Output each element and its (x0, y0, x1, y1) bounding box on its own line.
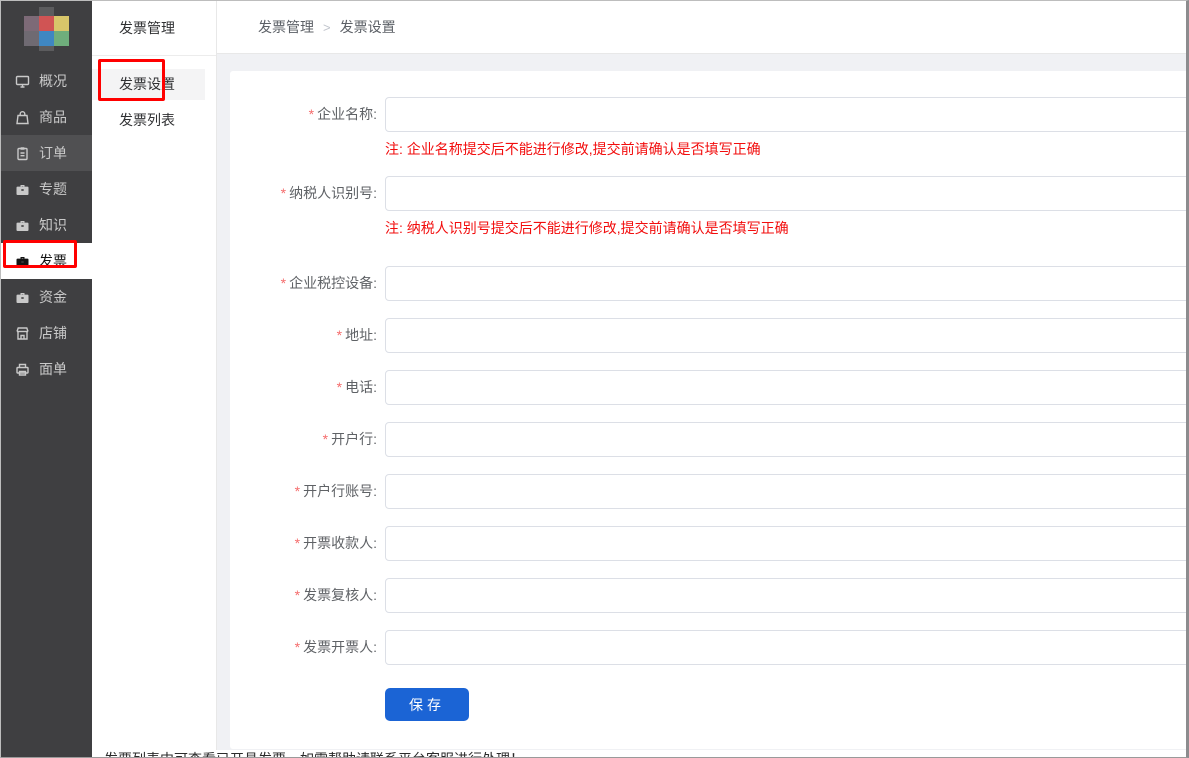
breadcrumb-item-0[interactable]: 发票管理 (258, 17, 314, 37)
app-logo (24, 7, 69, 51)
sidebar-item-4[interactable]: 知识 (1, 207, 92, 243)
required-asterisk: * (337, 379, 342, 395)
sidebar-item-3[interactable]: 专题 (1, 171, 92, 207)
briefcase-icon (15, 254, 30, 269)
briefcase-icon (15, 218, 30, 233)
main-area: 发票管理>发票设置 *企业名称: 注: 企业名称提交后不能进行修改,提交前请确认… (217, 1, 1186, 757)
sidebar-item-label: 订单 (39, 143, 67, 163)
form-field-note: 注: 企业名称提交后不能进行修改,提交前请确认是否填写正确 (385, 140, 1186, 159)
form-input-2[interactable] (385, 266, 1189, 301)
sidebar-item-6[interactable]: 资金 (1, 279, 92, 315)
required-asterisk: * (309, 106, 314, 122)
briefcase-icon (15, 182, 30, 197)
breadcrumb-item-1[interactable]: 发票设置 (340, 17, 396, 37)
sidebar-item-label: 店铺 (39, 323, 67, 343)
sidebar-item-label: 知识 (39, 215, 67, 235)
form-field-2: *企业税控设备: (230, 266, 1186, 301)
form-panel: *企业名称: 注: 企业名称提交后不能进行修改,提交前请确认是否填写正确 *纳税… (230, 71, 1186, 749)
submenu-panel: 发票管理 发票设置发票列表 (92, 1, 217, 757)
form-field-label: 企业名称: (317, 106, 377, 122)
submenu-title: 发票管理 (92, 1, 216, 56)
invoice-settings-form: *企业名称: 注: 企业名称提交后不能进行修改,提交前请确认是否填写正确 *纳税… (230, 97, 1186, 665)
clipped-footer-strip: 发票列表中可查看已开具发票，如需帮助请联系平台客服进行处理！ (92, 750, 1186, 757)
form-field-label: 电话: (345, 379, 377, 395)
form-input-9[interactable] (385, 630, 1189, 665)
printer-icon (15, 362, 30, 377)
form-field-label: 纳税人识别号: (289, 185, 377, 201)
sidebar-item-8[interactable]: 面单 (1, 351, 92, 387)
form-field-3: *地址: (230, 318, 1186, 353)
content-background: *企业名称: 注: 企业名称提交后不能进行修改,提交前请确认是否填写正确 *纳税… (217, 54, 1186, 757)
sidebar-item-7[interactable]: 店铺 (1, 315, 92, 351)
sidebar-item-0[interactable]: 概况 (1, 63, 92, 99)
briefcase-icon (15, 290, 30, 305)
clipboard-icon (15, 146, 30, 161)
form-field-label: 开票收款人: (303, 535, 377, 551)
form-field-label: 发票复核人: (303, 587, 377, 603)
required-asterisk: * (337, 327, 342, 343)
required-asterisk: * (295, 587, 300, 603)
form-input-1[interactable] (385, 176, 1189, 211)
logo-cell (39, 16, 54, 31)
form-input-7[interactable] (385, 526, 1189, 561)
required-asterisk: * (295, 535, 300, 551)
logo-cell (54, 31, 69, 46)
breadcrumb: 发票管理 > 发票设置 (217, 1, 1186, 54)
form-field-label: 企业税控设备: (289, 275, 377, 291)
form-input-6[interactable] (385, 474, 1189, 509)
save-button[interactable]: 保存 (385, 688, 469, 721)
required-asterisk: * (295, 639, 300, 655)
form-field-5: *开户行: (230, 422, 1186, 457)
form-field-label: 发票开票人: (303, 639, 377, 655)
form-field-0: *企业名称: 注: 企业名称提交后不能进行修改,提交前请确认是否填写正确 (230, 97, 1186, 159)
sidebar-item-label: 面单 (39, 359, 67, 379)
form-field-4: *电话: (230, 370, 1186, 405)
logo-cell (24, 31, 39, 46)
app-window: 概况 商品 订单 专题 知识 发票 资金 店铺 面单 发票管理 发票设置发票列表… (0, 0, 1189, 758)
sidebar-item-label: 专题 (39, 179, 67, 199)
required-asterisk: * (281, 185, 286, 201)
required-asterisk: * (281, 275, 286, 291)
form-field-label: 地址: (345, 327, 377, 343)
clipped-footer-text: 发票列表中可查看已开具发票，如需帮助请联系平台客服进行处理！ (104, 750, 1186, 757)
form-field-label: 开户行: (331, 431, 377, 447)
form-input-4[interactable] (385, 370, 1189, 405)
sidebar-item-2[interactable]: 订单 (1, 135, 92, 171)
form-input-5[interactable] (385, 422, 1189, 457)
logo-cell (54, 16, 69, 31)
logo-cell (24, 16, 39, 31)
form-field-9: *发票开票人: (230, 630, 1186, 665)
submenu-item-0[interactable]: 发票设置 (92, 69, 205, 100)
sidebar: 概况 商品 订单 专题 知识 发票 资金 店铺 面单 (1, 1, 92, 757)
breadcrumb-separator-icon: > (323, 20, 331, 35)
sidebar-item-label: 概况 (39, 71, 67, 91)
form-input-8[interactable] (385, 578, 1189, 613)
logo-cell (39, 31, 54, 46)
form-field-1: *纳税人识别号: 注: 纳税人识别号提交后不能进行修改,提交前请确认是否填写正确 (230, 176, 1186, 238)
form-field-8: *发票复核人: (230, 578, 1186, 613)
bag-icon (15, 110, 30, 125)
submenu-item-1[interactable]: 发票列表 (92, 105, 216, 136)
sidebar-item-label: 发票 (39, 251, 67, 271)
shop-icon (15, 326, 30, 341)
form-field-7: *开票收款人: (230, 526, 1186, 561)
form-input-0[interactable] (385, 97, 1189, 132)
sidebar-item-label: 商品 (39, 107, 67, 127)
form-field-6: *开户行账号: (230, 474, 1186, 509)
logo-cell (39, 46, 54, 51)
required-asterisk: * (295, 483, 300, 499)
form-input-3[interactable] (385, 318, 1189, 353)
sidebar-item-1[interactable]: 商品 (1, 99, 92, 135)
form-field-label: 开户行账号: (303, 483, 377, 499)
sidebar-item-5[interactable]: 发票 (1, 243, 92, 279)
logo-cell (39, 7, 54, 16)
required-asterisk: * (323, 431, 328, 447)
form-field-note: 注: 纳税人识别号提交后不能进行修改,提交前请确认是否填写正确 (385, 219, 1186, 238)
sidebar-item-label: 资金 (39, 287, 67, 307)
monitor-icon (15, 74, 30, 89)
